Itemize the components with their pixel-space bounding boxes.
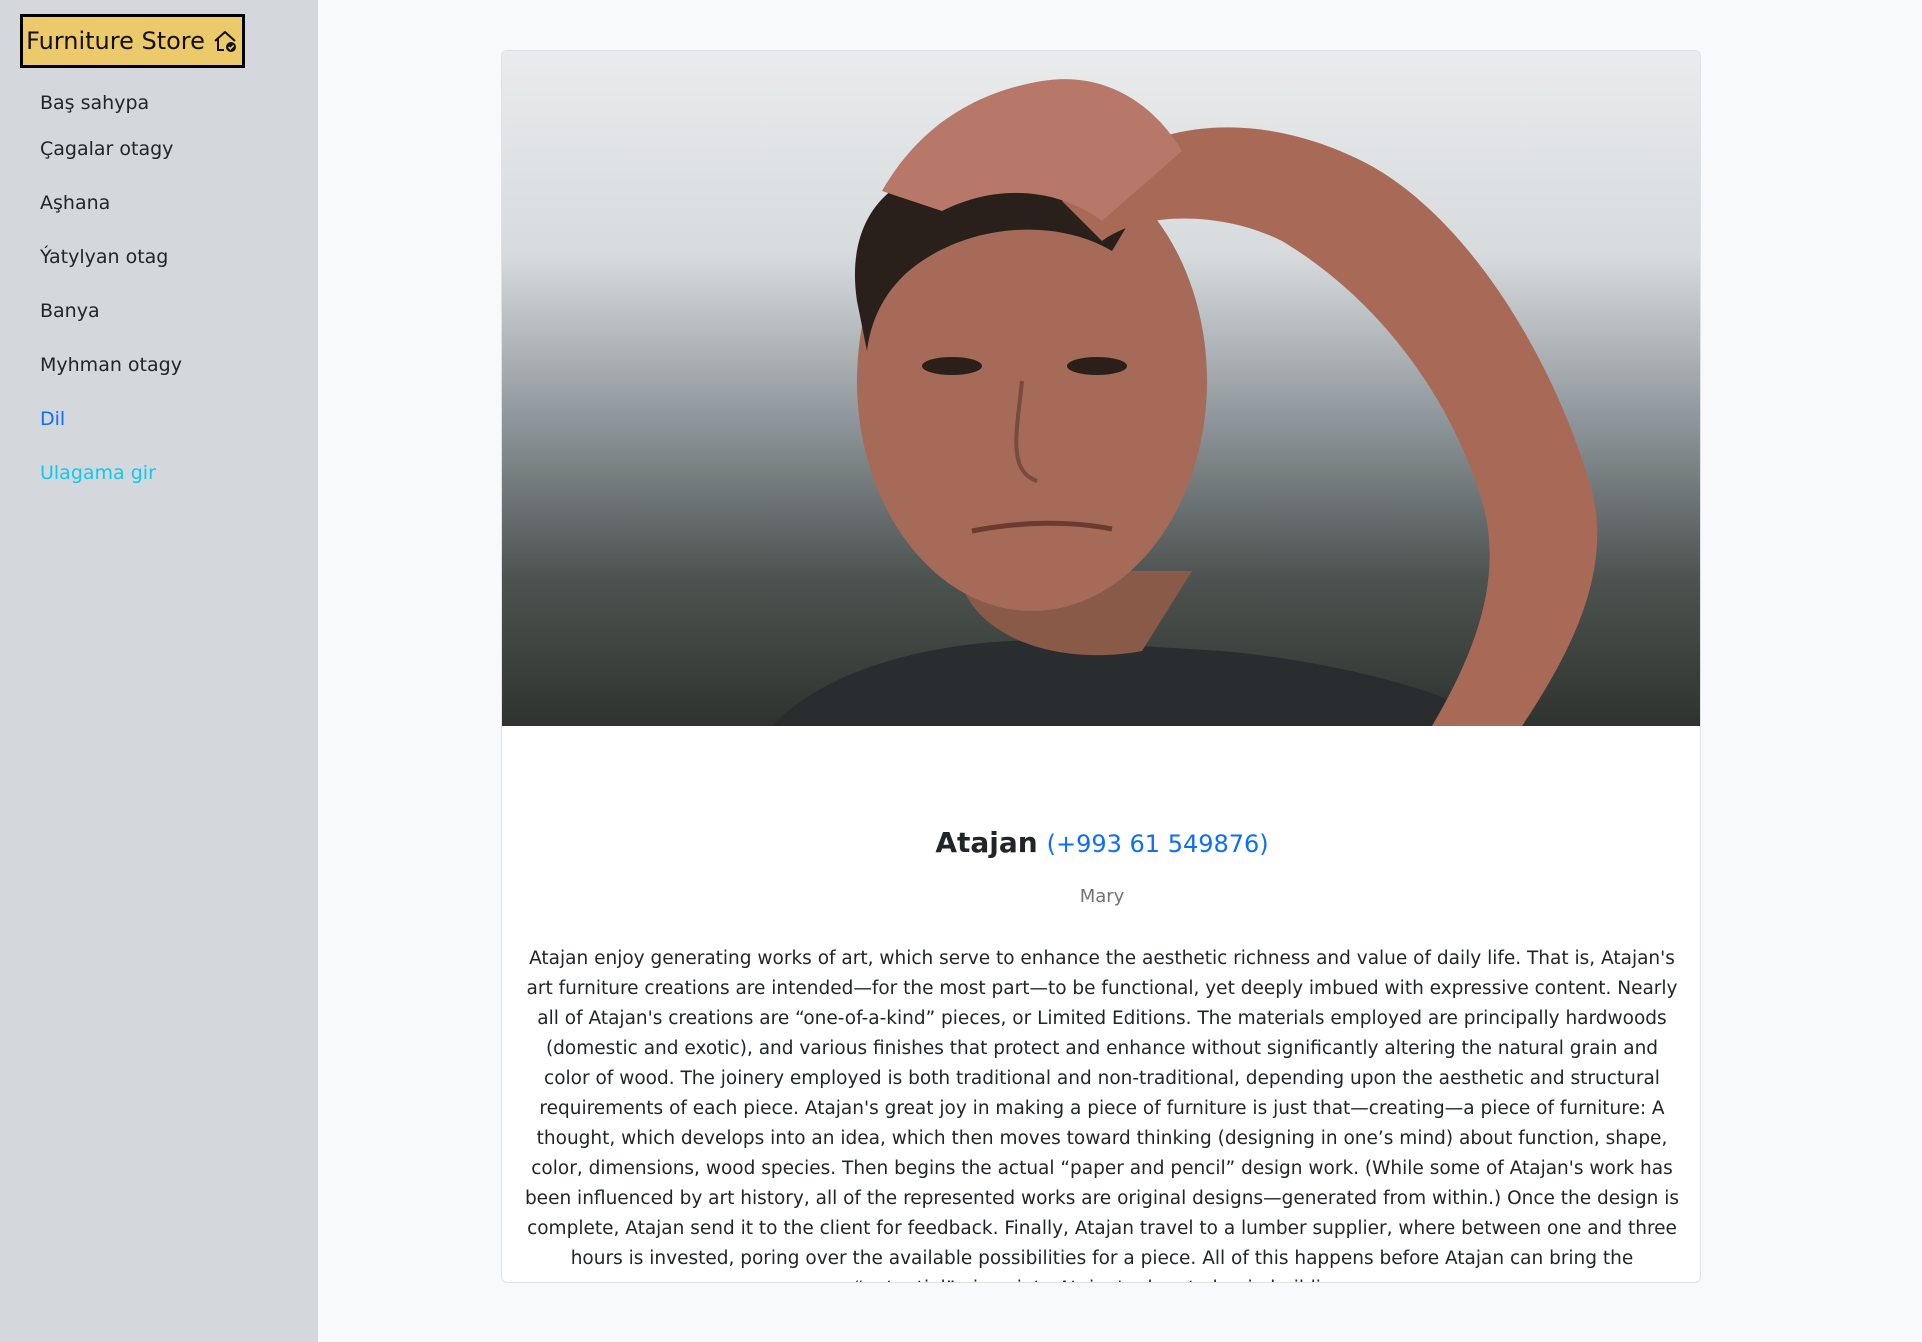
portrait-illustration xyxy=(772,79,1598,726)
profile-title: Atajan (+993 61 549876) xyxy=(502,826,1700,859)
profile-city: Mary xyxy=(1079,886,1125,907)
sidebar-item-language[interactable]: Dil xyxy=(40,408,65,430)
profile-phone-link[interactable]: (+993 61 549876) xyxy=(1047,830,1269,858)
sidebar-item-contact[interactable]: Ulagama gir xyxy=(40,462,156,484)
profile-name: Atajan xyxy=(935,826,1038,859)
profile-bio: Atajan enjoy generating works of art, wh… xyxy=(524,948,1680,1282)
brand-button[interactable]: Furniture Store xyxy=(20,14,245,68)
sidebar: Furniture Store Baş sahypa Çagalar otagy… xyxy=(0,0,318,1342)
profile-card: Atajan (+993 61 549876) Mary Atajan enjo… xyxy=(501,50,1701,1283)
sidebar-item-bedroom[interactable]: Ýatylyan otag xyxy=(40,246,168,268)
sidebar-item-bathroom[interactable]: Banya xyxy=(40,300,100,322)
sidebar-item-kids-room[interactable]: Çagalar otagy xyxy=(40,138,173,160)
house-check-icon xyxy=(214,31,236,52)
sidebar-item-kitchen[interactable]: Aşhana xyxy=(40,192,110,214)
profile-photo xyxy=(502,51,1700,726)
brand-label: Furniture Store xyxy=(26,27,205,55)
sidebar-item-home[interactable]: Baş sahypa xyxy=(40,92,149,114)
sidebar-item-living-room[interactable]: Myhman otagy xyxy=(40,354,182,376)
